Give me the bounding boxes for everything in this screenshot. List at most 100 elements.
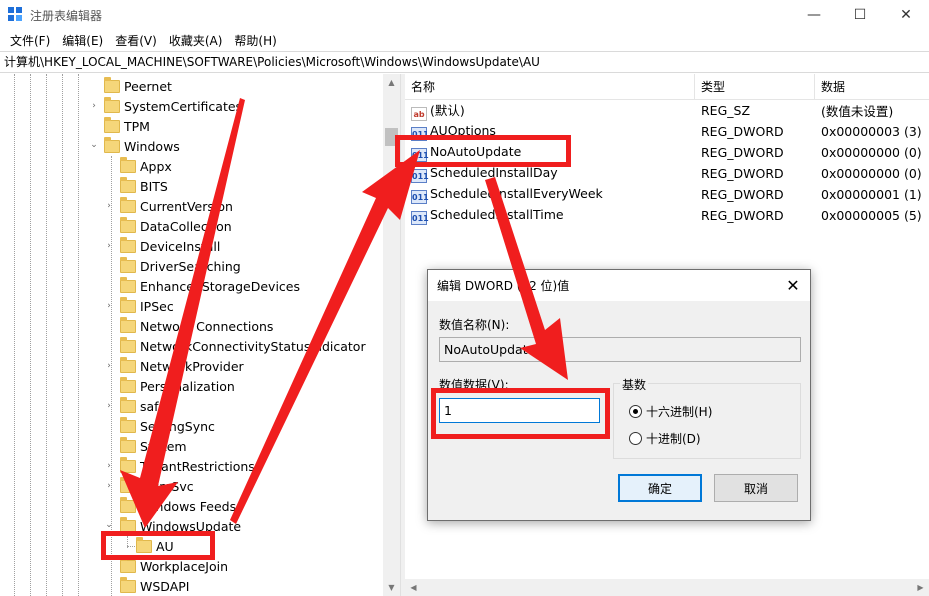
- tree-item-label: DeviceInstall: [140, 238, 221, 254]
- folder-icon: [104, 96, 120, 113]
- value-data: (数值未设置): [821, 104, 894, 119]
- tree-item-tpm[interactable]: TPM: [104, 116, 150, 136]
- scroll-right-arrow-icon[interactable]: ▶: [912, 579, 929, 596]
- value-name: ScheduledInstallTime: [430, 206, 564, 222]
- ok-button[interactable]: 确定: [618, 474, 702, 502]
- tree-item-label: Windows Feeds: [140, 498, 237, 514]
- tree-item-label: Appx: [140, 158, 172, 174]
- menu-view[interactable]: 查看(V): [109, 32, 163, 49]
- tree-item-enhancedstoragedevices[interactable]: EnhancedStorageDevices: [120, 276, 300, 296]
- folder-icon: [120, 196, 136, 213]
- tree-item-settingsync[interactable]: SettingSync: [120, 416, 215, 436]
- tree-item-label: Peernet: [124, 78, 172, 94]
- tree-item-datacollection[interactable]: DataCollection: [120, 216, 232, 236]
- folder-icon: [120, 576, 136, 593]
- scroll-left-arrow-icon[interactable]: ◀: [405, 579, 422, 596]
- tree-item-label: NetworkConnectivityStatusIndicator: [140, 338, 366, 354]
- chevron-right-icon[interactable]: ›: [104, 301, 114, 311]
- tree-item-label: EnhancedStorageDevices: [140, 278, 300, 294]
- chevron-right-icon[interactable]: ›: [104, 361, 114, 371]
- list-row-scheduledinstalleveryweek[interactable]: 011ScheduledInstallEveryWeek REG_DWORD 0…: [405, 184, 929, 205]
- tree-item-tenantrestrictions[interactable]: TenantRestrictions: [120, 456, 255, 476]
- close-window-button[interactable]: ✕: [883, 0, 929, 30]
- value-data: 0x00000000 (0): [821, 145, 922, 160]
- dword-value-icon: 011: [411, 168, 429, 183]
- tree-item-label: BITS: [140, 178, 168, 194]
- menu-help[interactable]: 帮助(H): [228, 32, 282, 49]
- title-bar: 注册表编辑器 — ☐ ✕: [0, 0, 929, 30]
- list-row-scheduledinstalltime[interactable]: 011ScheduledInstallTime REG_DWORD 0x0000…: [405, 205, 929, 226]
- cancel-button[interactable]: 取消: [714, 474, 798, 502]
- tree-item-wcmsvc[interactable]: WcmSvc: [120, 476, 194, 496]
- value-data: 0x00000005 (5): [821, 208, 922, 223]
- tree-item-system[interactable]: System: [120, 436, 187, 456]
- chevron-right-icon[interactable]: ›: [104, 401, 114, 411]
- value-data: 0x00000000 (0): [821, 166, 922, 181]
- chevron-right-icon[interactable]: ›: [104, 201, 114, 211]
- decimal-radio-option[interactable]: 十进制(D): [629, 430, 701, 447]
- folder-icon: [120, 256, 136, 273]
- tree-item-peernet[interactable]: Peernet: [104, 76, 172, 96]
- chevron-right-icon[interactable]: ›: [104, 461, 114, 471]
- address-bar[interactable]: 计算机\HKEY_LOCAL_MACHINE\SOFTWARE\Policies…: [0, 51, 929, 73]
- value-type: REG_SZ: [701, 103, 751, 118]
- menu-edit[interactable]: 编辑(E): [56, 32, 109, 49]
- tree-item-personalization[interactable]: Personalization: [120, 376, 235, 396]
- list-header: 名称 类型 数据: [405, 74, 929, 100]
- dialog-title-bar: 编辑 DWORD (32 位)值 ✕: [428, 270, 810, 301]
- annotation-highlight-value-data: [431, 388, 610, 439]
- folder-icon: [120, 296, 136, 313]
- column-header-type[interactable]: 类型: [695, 74, 815, 100]
- tree-item-network-connections[interactable]: Network Connections: [120, 316, 273, 336]
- value-type: REG_DWORD: [701, 166, 784, 181]
- tree-item-windows-feeds[interactable]: Windows Feeds: [120, 496, 236, 516]
- tree-item-networkprovider[interactable]: NetworkProvider: [120, 356, 244, 376]
- tree-item-networkconnectivitystatusindicator[interactable]: NetworkConnectivityStatusIndicator: [120, 336, 366, 356]
- decimal-radio-label: 十进制(D): [646, 432, 701, 446]
- chevron-right-icon[interactable]: ›: [104, 481, 114, 491]
- tree-item-label: TenantRestrictions: [140, 458, 255, 474]
- regedit-app-icon: [8, 7, 24, 23]
- tree-item-label: Personalization: [140, 378, 235, 394]
- folder-icon: [120, 356, 136, 373]
- column-header-name[interactable]: 名称: [405, 74, 695, 100]
- tree-item-systemcertificates[interactable]: SystemCertificates: [104, 96, 242, 116]
- key-tree-pane[interactable]: Peernet › SystemCertificates TPM ⌄ Windo…: [0, 74, 400, 596]
- folder-icon: [120, 336, 136, 353]
- radio-selected-icon[interactable]: [629, 405, 642, 418]
- value-name: ScheduledInstallEveryWeek: [430, 185, 603, 201]
- chevron-down-icon[interactable]: ⌄: [89, 140, 99, 150]
- scroll-up-arrow-icon[interactable]: ▲: [383, 74, 400, 91]
- dialog-close-button[interactable]: ✕: [782, 275, 804, 295]
- dialog-title: 编辑 DWORD (32 位)值: [437, 279, 570, 293]
- list-row-default[interactable]: ab (默认) REG_SZ (数值未设置): [405, 100, 929, 121]
- menu-favorites[interactable]: 收藏夹(A): [163, 32, 229, 49]
- folder-icon: [120, 316, 136, 333]
- maximize-button[interactable]: ☐: [837, 0, 883, 30]
- hex-radio-option[interactable]: 十六进制(H): [629, 403, 712, 420]
- tree-item-label: safer: [140, 398, 172, 414]
- annotation-highlight-au-key: [101, 531, 215, 560]
- menu-file[interactable]: 文件(F): [4, 32, 56, 49]
- folder-icon: [104, 136, 120, 153]
- tree-item-safer[interactable]: safer: [120, 396, 171, 416]
- list-horizontal-scrollbar[interactable]: ◀ ▶: [405, 579, 929, 596]
- tree-item-appx[interactable]: Appx: [120, 156, 172, 176]
- chevron-down-icon[interactable]: ⌄: [104, 520, 114, 530]
- tree-item-ipsec[interactable]: IPSec: [120, 296, 174, 316]
- chevron-right-icon[interactable]: ›: [89, 101, 99, 111]
- minimize-button[interactable]: —: [791, 0, 837, 30]
- folder-icon: [120, 176, 136, 193]
- folder-icon: [120, 396, 136, 413]
- tree-item-driversearching[interactable]: DriverSearching: [120, 256, 241, 276]
- tree-item-wsdapi[interactable]: WSDAPI: [120, 576, 189, 596]
- chevron-right-icon[interactable]: ›: [104, 241, 114, 251]
- scroll-down-arrow-icon[interactable]: ▼: [383, 579, 400, 596]
- tree-item-bits[interactable]: BITS: [120, 176, 168, 196]
- tree-item-deviceinstall[interactable]: DeviceInstall: [120, 236, 220, 256]
- base-groupbox: [613, 383, 801, 459]
- radio-unselected-icon[interactable]: [629, 432, 642, 445]
- tree-item-windows[interactable]: Windows: [104, 136, 180, 156]
- tree-item-currentversion[interactable]: CurrentVersion: [120, 196, 233, 216]
- column-header-data[interactable]: 数据: [815, 74, 929, 100]
